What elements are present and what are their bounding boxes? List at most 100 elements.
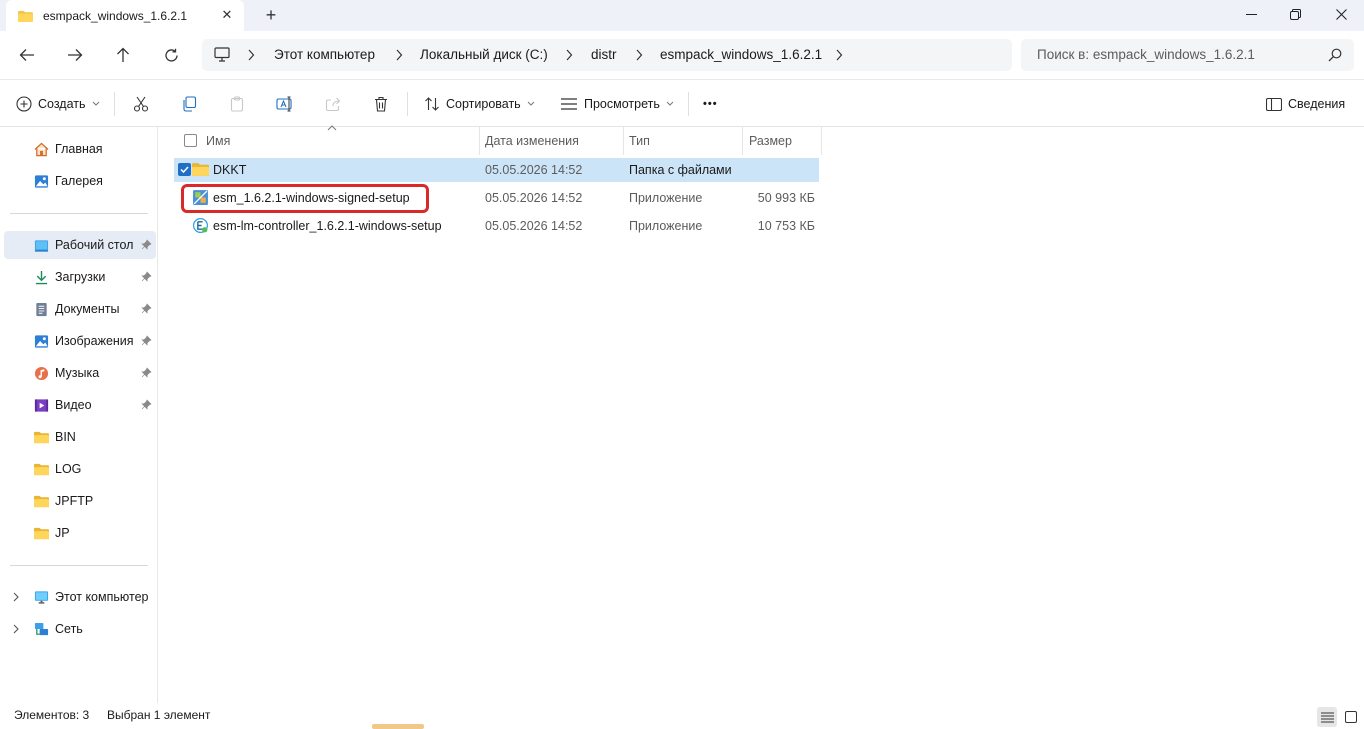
back-arrow-icon[interactable] bbox=[14, 43, 40, 67]
column-header-type[interactable]: Тип bbox=[629, 127, 650, 155]
sidebar-item-log[interactable]: LOG bbox=[4, 455, 156, 483]
sidebar-item-network[interactable]: Сеть bbox=[4, 615, 156, 643]
row-checkbox-checked[interactable] bbox=[178, 163, 191, 176]
details-pane-label: Сведения bbox=[1288, 97, 1346, 111]
pin-icon[interactable] bbox=[141, 303, 152, 314]
more-options-icon[interactable]: ••• bbox=[703, 92, 718, 116]
paste-icon[interactable] bbox=[227, 94, 247, 114]
music-icon bbox=[34, 366, 49, 381]
toolbar-divider bbox=[688, 92, 689, 116]
column-header-size[interactable]: Размер bbox=[749, 127, 792, 155]
forward-arrow-icon[interactable] bbox=[62, 43, 88, 67]
plus-circle-icon bbox=[16, 96, 32, 112]
window-tab[interactable]: esmpack_windows_1.6.2.1 ✕ bbox=[6, 0, 244, 31]
pin-icon[interactable] bbox=[141, 367, 152, 378]
chevron-right-icon[interactable] bbox=[634, 48, 644, 62]
delete-icon[interactable] bbox=[371, 94, 391, 114]
search-input[interactable]: Поиск в: esmpack_windows_1.6.2.1 bbox=[1021, 39, 1354, 71]
pin-icon[interactable] bbox=[141, 271, 152, 282]
column-divider[interactable] bbox=[821, 127, 822, 155]
large-icons-view-icon[interactable] bbox=[1341, 707, 1361, 727]
sidebar-item-pictures[interactable]: Изображения bbox=[4, 327, 156, 355]
sidebar-item-jpftp[interactable]: JPFTP bbox=[4, 487, 156, 515]
breadcrumb-item[interactable]: esmpack_windows_1.6.2.1 bbox=[660, 47, 822, 62]
table-row[interactable]: esm-lm-controller_1.6.2.1-windows-setup … bbox=[174, 214, 819, 238]
details-pane-button[interactable]: Сведения bbox=[1266, 92, 1345, 116]
new-button[interactable]: Создать bbox=[16, 92, 100, 116]
folder-icon bbox=[192, 163, 209, 176]
cut-icon[interactable] bbox=[131, 94, 151, 114]
search-placeholder: Поиск в: esmpack_windows_1.6.2.1 bbox=[1037, 47, 1255, 62]
column-header-name[interactable]: Имя bbox=[206, 127, 230, 155]
search-icon[interactable] bbox=[1328, 48, 1342, 62]
folder-icon bbox=[34, 431, 49, 444]
list-view-icon bbox=[561, 98, 577, 110]
sidebar-item-downloads[interactable]: Загрузки bbox=[4, 263, 156, 291]
file-name[interactable]: esm-lm-controller_1.6.2.1-windows-setup bbox=[213, 219, 442, 233]
sidebar-item-label: Музыка bbox=[55, 366, 100, 380]
sidebar-item-label: JPFTP bbox=[55, 494, 94, 508]
share-icon[interactable] bbox=[323, 94, 343, 114]
sidebar-item-desktop[interactable]: Рабочий стол bbox=[4, 231, 156, 259]
rename-icon[interactable] bbox=[275, 94, 295, 114]
column-divider[interactable] bbox=[742, 127, 743, 155]
close-icon[interactable] bbox=[1318, 0, 1364, 28]
sidebar-item-label: Главная bbox=[55, 142, 103, 156]
chevron-right-icon[interactable] bbox=[246, 48, 256, 62]
breadcrumb-item[interactable]: distr bbox=[591, 47, 617, 62]
sort-button-label: Сортировать bbox=[446, 97, 521, 111]
view-button[interactable]: Просмотреть bbox=[560, 92, 674, 116]
navigation-pane: Главная Галерея Рабочий стол Загрузки До… bbox=[0, 127, 158, 703]
sort-button[interactable]: Сортировать bbox=[424, 92, 535, 116]
select-all-checkbox[interactable] bbox=[184, 134, 197, 147]
sidebar-item-bin[interactable]: BIN bbox=[4, 423, 156, 451]
command-bar: Создать Сортировать Просмотреть ••• Свед… bbox=[0, 79, 1364, 127]
sidebar-item-documents[interactable]: Документы bbox=[4, 295, 156, 323]
pin-icon[interactable] bbox=[141, 399, 152, 410]
details-view-icon[interactable] bbox=[1317, 707, 1337, 727]
table-row[interactable]: DKKT 05.05.2026 14:52 Папка с файлами bbox=[174, 158, 819, 182]
chevron-right-icon[interactable] bbox=[12, 624, 20, 634]
tab-close-icon[interactable]: ✕ bbox=[220, 8, 234, 22]
computer-icon bbox=[214, 47, 230, 62]
home-icon bbox=[34, 142, 49, 157]
refresh-icon[interactable] bbox=[158, 43, 184, 67]
minimize-icon[interactable] bbox=[1228, 0, 1274, 28]
breadcrumb-item[interactable]: Локальный диск (C:) bbox=[420, 47, 548, 62]
sidebar-item-video[interactable]: Видео bbox=[4, 391, 156, 419]
file-size: 10 753 КБ bbox=[757, 219, 815, 233]
file-name[interactable]: DKKT bbox=[213, 163, 246, 177]
sidebar-item-label: Этот компьютер bbox=[55, 590, 149, 604]
chevron-down-icon bbox=[92, 101, 99, 106]
chevron-right-icon[interactable] bbox=[12, 592, 20, 602]
chevron-right-icon[interactable] bbox=[394, 48, 404, 62]
chevron-right-icon[interactable] bbox=[834, 48, 844, 62]
sort-ascending-icon bbox=[327, 125, 337, 131]
sidebar-item-label: Документы bbox=[55, 302, 120, 316]
title-bar: esmpack_windows_1.6.2.1 ✕ + bbox=[0, 0, 1364, 31]
breadcrumb-item[interactable]: Этот компьютер bbox=[274, 47, 375, 62]
column-divider[interactable] bbox=[623, 127, 624, 155]
sidebar-item-gallery[interactable]: Галерея bbox=[4, 167, 156, 195]
sidebar-item-home[interactable]: Главная bbox=[4, 135, 156, 163]
pin-icon[interactable] bbox=[141, 335, 152, 346]
sidebar-item-label: Галерея bbox=[55, 174, 103, 188]
sidebar-item-this-pc[interactable]: Этот компьютер bbox=[4, 583, 156, 611]
documents-icon bbox=[36, 302, 47, 317]
restore-icon[interactable] bbox=[1272, 0, 1318, 28]
sidebar-item-label: Рабочий стол bbox=[55, 238, 134, 252]
address-bar[interactable]: Этот компьютер Локальный диск (C:) distr… bbox=[202, 39, 1012, 71]
plus-icon[interactable]: + bbox=[262, 6, 280, 25]
column-divider[interactable] bbox=[479, 127, 480, 155]
sidebar-item-music[interactable]: Музыка bbox=[4, 359, 156, 387]
up-arrow-icon[interactable] bbox=[110, 43, 136, 67]
sidebar-item-label: LOG bbox=[55, 462, 82, 476]
column-header-date[interactable]: Дата изменения bbox=[485, 127, 579, 155]
pin-icon[interactable] bbox=[141, 239, 152, 250]
sidebar-item-jp[interactable]: JP bbox=[4, 519, 156, 547]
copy-icon[interactable] bbox=[179, 94, 199, 114]
chevron-right-icon[interactable] bbox=[564, 48, 574, 62]
folder-icon bbox=[34, 463, 49, 476]
sidebar-item-label: Сеть bbox=[55, 622, 83, 636]
file-type: Приложение bbox=[629, 191, 703, 205]
